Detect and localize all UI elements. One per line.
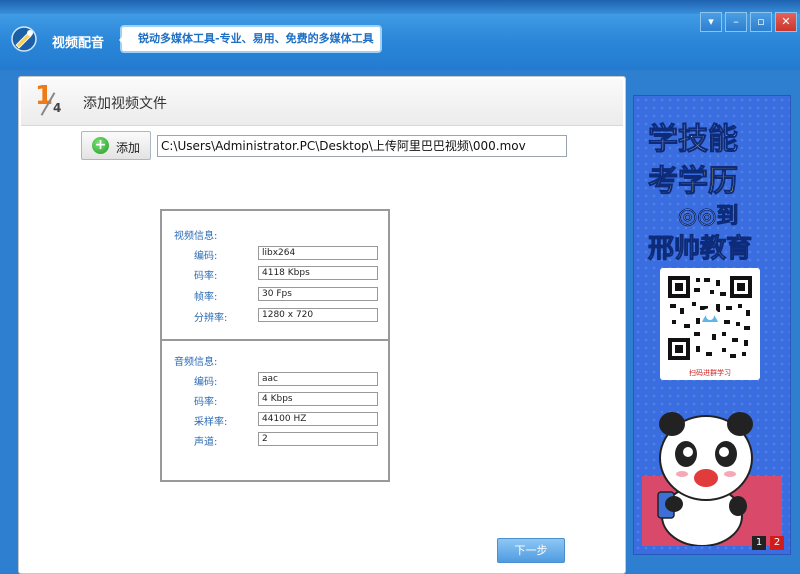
video-framerate-label: 帧率: xyxy=(194,292,218,303)
next-step-button[interactable]: 下一步 xyxy=(497,538,565,563)
ad-page-1[interactable]: 1 xyxy=(752,536,766,550)
file-path-field[interactable]: C:\Users\Administrator.PC\Desktop\上传阿里巴巴… xyxy=(157,135,567,157)
audio-codec-label: 编码: xyxy=(194,377,218,388)
video-resolution-value: 1280 x 720 xyxy=(258,308,378,322)
app-logo-icon xyxy=(11,26,37,52)
audio-channels-label: 声道: xyxy=(194,437,218,448)
audio-bitrate-value: 4 Kbps xyxy=(258,392,378,406)
step-title: 添加视频文件 xyxy=(83,96,167,112)
audio-codec-value: aac xyxy=(258,372,378,386)
ad-banner[interactable]: 学技能 考学历 ◎◎到 邢帅教育 扫码进群学习 1 2 xyxy=(633,95,791,555)
menu-dropdown-button[interactable]: ▾ xyxy=(700,12,722,32)
ad-line-3: ◎◎到 xyxy=(677,204,739,230)
add-button-label: 添加 xyxy=(116,141,141,155)
step-total: 4 xyxy=(53,101,62,115)
slogan-banner: 锐动多媒体工具-专业、易用、免费的多媒体工具 xyxy=(119,25,382,53)
plus-icon: + xyxy=(92,137,109,154)
qr-code-frame: 扫码进群学习 xyxy=(660,268,760,380)
video-info-title: 视频信息: xyxy=(174,231,218,242)
media-info-box: 视频信息: 编码: libx264 码率: 4118 Kbps 帧率: 30 F… xyxy=(160,209,390,482)
qr-code-icon xyxy=(666,274,754,362)
info-divider xyxy=(162,339,388,341)
video-resolution-label: 分辨率: xyxy=(194,313,228,324)
panda-mascot-icon xyxy=(642,412,782,546)
ad-line-4: 邢帅教育 xyxy=(647,234,753,265)
step-header: 1 4 添加视频文件 xyxy=(21,79,623,126)
video-bitrate-label: 码率: xyxy=(194,271,218,282)
audio-samplerate-label: 采样率: xyxy=(194,417,228,428)
audio-bitrate-label: 码率: xyxy=(194,397,218,408)
audio-info-title: 音频信息: xyxy=(174,357,218,368)
video-bitrate-value: 4118 Kbps xyxy=(258,266,378,280)
main-panel: 1 4 添加视频文件 + 添加 C:\Users\Administrator.P… xyxy=(18,76,626,574)
video-codec-label: 编码: xyxy=(194,251,218,262)
audio-channels-value: 2 xyxy=(258,432,378,446)
maximize-button[interactable]: ▫ xyxy=(750,12,772,32)
title-bar: 视频配音 锐动多媒体工具-专业、易用、免费的多媒体工具 ▾ – ▫ ✕ xyxy=(0,0,800,70)
minimize-button[interactable]: – xyxy=(725,12,747,32)
ad-qr-caption: 扫码进群学习 xyxy=(689,369,731,377)
ad-line-2: 考学历 xyxy=(648,164,739,200)
video-framerate-value: 30 Fps xyxy=(258,287,378,301)
audio-samplerate-value: 44100 HZ xyxy=(258,412,378,426)
title-bar-strip xyxy=(0,0,800,14)
add-file-button[interactable]: + 添加 xyxy=(81,131,151,160)
app-title: 视频配音 xyxy=(52,36,105,51)
ad-line-1: 学技能 xyxy=(648,122,739,158)
video-codec-value: libx264 xyxy=(258,246,378,260)
close-button[interactable]: ✕ xyxy=(775,12,797,32)
ad-page-2[interactable]: 2 xyxy=(770,536,784,550)
